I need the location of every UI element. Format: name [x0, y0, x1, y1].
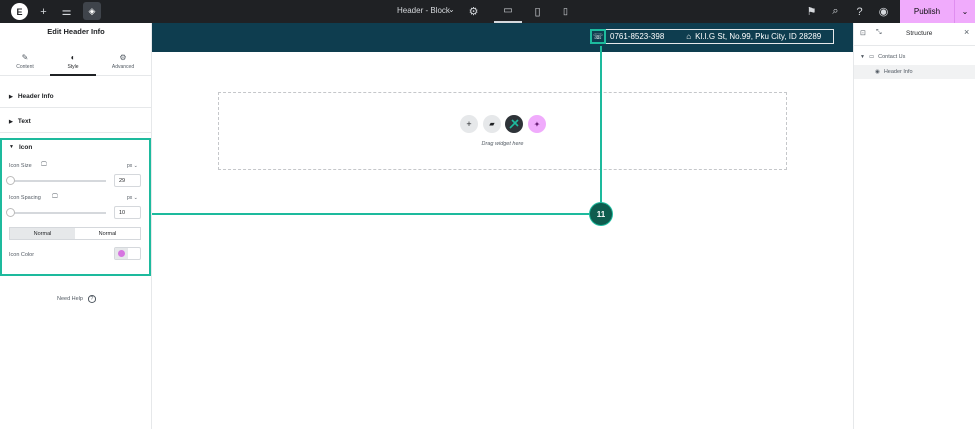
caret-down-icon[interactable]: ▼	[860, 54, 865, 60]
widget-eye-icon[interactable]: ◉	[875, 69, 880, 75]
elementor-logo-icon[interactable]: E	[11, 3, 28, 20]
document-title[interactable]: Header - Block	[397, 6, 450, 15]
callout-line-horizontal	[152, 213, 592, 215]
mobile-icon[interactable]: ▯	[557, 3, 574, 20]
callout-line-vertical	[600, 46, 602, 206]
header-bar: ☏ 0761-8523-398 ⌂ Kl.I.G St, No.99, Pku …	[152, 23, 853, 52]
icon-size-label: Icon Size	[9, 163, 32, 169]
phone-icon[interactable]: ☏	[590, 29, 606, 44]
search-icon[interactable]: ⌕	[827, 3, 844, 20]
template-library-button[interactable]: ▰	[483, 115, 501, 133]
color-dot	[118, 250, 125, 257]
state-normal-tab[interactable]: Normal	[10, 228, 75, 239]
collapse-all-icon[interactable]: ⤡	[876, 29, 882, 37]
tablet-icon[interactable]: ▯	[529, 3, 546, 20]
state-hover-tab[interactable]: Normal	[75, 228, 140, 239]
icon-spacing-input[interactable]: 10	[114, 206, 141, 219]
slider-handle[interactable]	[6, 208, 15, 217]
chevron-down-icon[interactable]: ⌄	[448, 5, 455, 14]
panel-title: Edit Header Info	[47, 27, 105, 36]
tree-item-widget[interactable]: ◉ Header Info	[854, 65, 975, 79]
help-circle-icon: ?	[87, 295, 97, 303]
ai-sparkle-button[interactable]: ✦	[528, 115, 546, 133]
top-bar: E + ⚌ ◈ Header - Block ⌄ ⚙ ▭ ▯ ▯ ⚑ ⌕ ? ◉…	[0, 0, 975, 23]
icon-spacing-label: Icon Spacing	[9, 195, 41, 201]
tab-label: Advanced	[111, 64, 135, 70]
structure-header: ⊡ ⤡ Structure ×	[854, 23, 975, 46]
preview-icon[interactable]: ◉	[875, 3, 892, 20]
caret-down-icon: ▼	[9, 144, 14, 150]
desktop-device-button[interactable]: ▭	[494, 0, 522, 23]
responsive-desktop-icon[interactable]: 🖵	[52, 194, 58, 201]
desktop-icon: ▭	[503, 5, 513, 16]
add-element-icon[interactable]: +	[35, 3, 52, 20]
state-toggle: Normal Normal	[9, 227, 141, 240]
empty-container-dropzone[interactable]: + ▰ ✦ Drag widget here	[218, 92, 787, 170]
pencil-icon: ✎	[21, 53, 29, 62]
page-settings-icon[interactable]: ⚙	[465, 3, 482, 20]
section-icon[interactable]: ▼ Icon	[0, 136, 152, 158]
tree-item-container[interactable]: ▼ ▭ Contact Us	[854, 50, 975, 64]
edit-panel: Edit Header Info ✎ Content ◐ Style ⚙ Adv…	[0, 23, 152, 429]
structure-icon[interactable]: ◈	[83, 2, 101, 20]
structure-panel: ⊡ ⤡ Structure × ▼ ▭ Contact Us ◉ Header …	[853, 23, 975, 429]
half-circle-icon: ◐	[70, 53, 76, 62]
expand-icon[interactable]: ⊡	[860, 29, 866, 37]
close-icon[interactable]: ×	[964, 27, 969, 37]
unit-select[interactable]: px ⌄	[127, 195, 138, 201]
tab-label: Style	[67, 64, 79, 70]
address-text: Kl.I.G St, No.99, Pku City, ID 28289	[695, 32, 822, 41]
publish-options-chevron-icon[interactable]: ⌄	[954, 0, 975, 23]
caret-right-icon: ▶	[9, 93, 13, 100]
icon-size-slider[interactable]	[11, 180, 106, 182]
add-element-button[interactable]: +	[460, 115, 478, 133]
structure-title: Structure	[906, 30, 933, 37]
panel-tabs: ✎ Content ◐ Style ⚙ Advanced	[0, 50, 152, 76]
container-icon: ▭	[868, 54, 875, 60]
site-settings-icon[interactable]: ⚌	[58, 3, 75, 20]
location-icon: ⌂	[686, 32, 692, 41]
icon-color-picker[interactable]	[114, 247, 141, 260]
notifications-icon[interactable]: ⚑	[803, 3, 820, 20]
kit-library-button[interactable]	[505, 115, 523, 133]
unit-select[interactable]: px ⌄	[127, 163, 138, 169]
section-label: Text	[17, 118, 31, 125]
section-header-info[interactable]: ▶ Header Info	[0, 86, 152, 108]
section-text[interactable]: ▶ Text	[0, 111, 152, 133]
kit-icon	[509, 119, 519, 129]
need-help-label: Need Help	[57, 296, 83, 302]
step-marker-badge: 11	[590, 203, 612, 225]
tab-style[interactable]: ◐ Style	[50, 50, 96, 76]
section-label: Icon	[18, 143, 33, 151]
tree-item-label: Header Info	[883, 69, 913, 75]
help-icon[interactable]: ?	[851, 3, 868, 20]
gear-icon: ⚙	[119, 53, 127, 62]
responsive-desktop-icon[interactable]: 🖵	[41, 162, 47, 169]
tab-label: Content	[16, 64, 34, 70]
publish-button[interactable]: Publish	[900, 0, 954, 23]
phone-number: 0761-8523-398	[610, 32, 665, 41]
drag-widget-text: Drag widget here	[481, 141, 524, 147]
editor-canvas: ☏ 0761-8523-398 ⌂ Kl.I.G St, No.99, Pku …	[152, 23, 853, 429]
icon-size-input[interactable]: 29	[114, 174, 141, 187]
tab-content[interactable]: ✎ Content	[2, 50, 48, 76]
icon-color-label: Icon Color	[9, 252, 35, 258]
tree-item-label: Contact Us	[878, 54, 906, 60]
icon-spacing-slider[interactable]	[11, 212, 106, 214]
section-label: Header Info	[17, 93, 54, 100]
need-help-link[interactable]: Need Help ?	[57, 295, 97, 303]
tab-advanced[interactable]: ⚙ Advanced	[100, 50, 146, 76]
caret-right-icon: ▶	[9, 118, 13, 125]
slider-handle[interactable]	[6, 176, 15, 185]
header-info-widget[interactable]: ☏ 0761-8523-398 ⌂ Kl.I.G St, No.99, Pku …	[590, 29, 834, 44]
